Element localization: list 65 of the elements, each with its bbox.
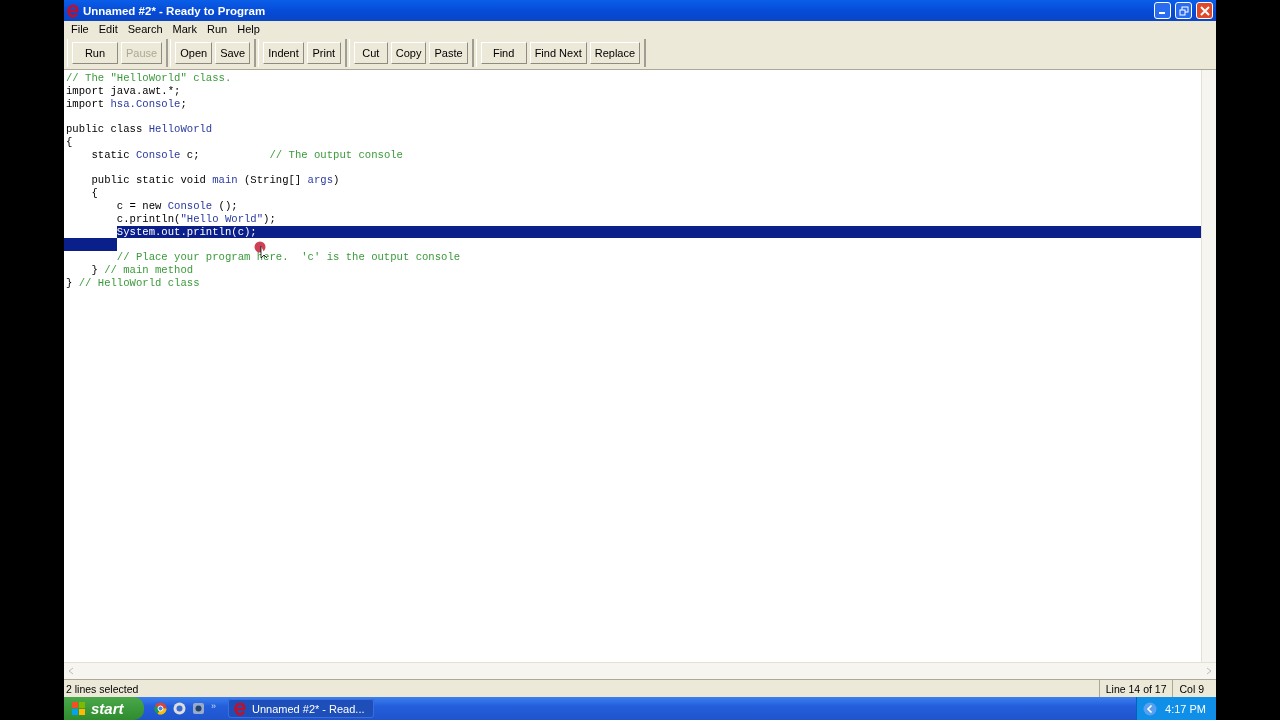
menu-item[interactable]: File: [66, 23, 94, 35]
code-text: {: [66, 136, 73, 149]
status-message: 2 lines selected: [65, 682, 140, 695]
taskbar-button[interactable]: Unnamed #2* - Read...: [228, 699, 374, 718]
code-text: import: [66, 97, 106, 111]
code-comment: // Place your program here. 'c' is the output console: [115, 251, 461, 264]
more-button[interactable]: »: [211, 700, 216, 711]
code-text: static: [90, 148, 131, 162]
code-text: hsa.Console: [110, 97, 181, 111]
code-text: public static void: [90, 174, 207, 188]
code-text: main: [212, 174, 238, 188]
code-comment: // The output console: [269, 148, 403, 162]
close-button[interactable]: [1196, 2, 1213, 19]
code-text: }: [90, 263, 99, 277]
toolbar-button[interactable]: Find: [480, 42, 527, 64]
toolbar-button[interactable]: Indent: [263, 42, 304, 64]
code-text: System.out.println(c);: [116, 225, 257, 239]
code-text: c.println(: [115, 212, 181, 226]
toolbar-button[interactable]: Paste: [429, 42, 468, 64]
code-text: }: [66, 276, 74, 290]
menu-item[interactable]: Help: [232, 23, 265, 35]
start-button[interactable]: start: [64, 697, 144, 720]
code-text: Console: [167, 199, 213, 213]
menu-item[interactable]: Mark: [167, 23, 202, 35]
code-text: HelloWorld: [148, 123, 213, 136]
code-text: ;: [180, 97, 187, 111]
toolbar-button[interactable]: Copy: [390, 42, 427, 64]
chevron-icon[interactable]: [1143, 701, 1158, 716]
window-title: Unnamed #2* - Ready to Program: [83, 4, 267, 17]
toolbar-button[interactable]: Open: [175, 42, 213, 64]
restore-button[interactable]: [1175, 2, 1192, 19]
menu-item[interactable]: Search: [122, 23, 168, 35]
app-logo-icon: [67, 3, 79, 18]
restore-icon: [1178, 5, 1189, 16]
toolbar-button[interactable]: Cut: [353, 42, 388, 64]
code-text: ): [333, 174, 340, 188]
code-text: );: [263, 212, 276, 226]
clock: 4:17 PM: [1165, 702, 1206, 715]
code-text: {: [90, 187, 98, 200]
app-icon[interactable]: [192, 702, 205, 715]
toolbar-button[interactable]: Find Next: [529, 42, 587, 64]
code-text: ();: [217, 199, 238, 213]
code-text: c = new: [115, 199, 163, 213]
toolbar-button[interactable]: Save: [215, 42, 251, 64]
browser-icon[interactable]: [154, 702, 167, 715]
vertical-scrollbar[interactable]: [1201, 70, 1216, 662]
code-text: args: [307, 174, 334, 188]
code-comment: // main method: [104, 263, 194, 277]
code-text: c;: [185, 148, 201, 162]
close-icon: [1199, 5, 1210, 16]
code-text: (String[]: [243, 174, 303, 188]
code-comment: // HelloWorld class: [78, 276, 200, 290]
code-comment: // The "HelloWorld" class.: [66, 72, 232, 85]
minimize-button[interactable]: [1154, 2, 1171, 19]
app-logo-icon: [234, 701, 246, 716]
windows-logo-icon: [72, 701, 86, 716]
code-text: Console: [135, 148, 181, 162]
toolbar-button[interactable]: Print: [306, 42, 341, 64]
toolbar-button[interactable]: Replace: [589, 42, 641, 64]
toolbar-button[interactable]: Run: [72, 42, 118, 64]
menu-item[interactable]: Edit: [93, 23, 123, 35]
code-text: import java.awt.*;: [66, 84, 181, 98]
code-text: public class: [66, 123, 144, 136]
menu-item[interactable]: Run: [202, 23, 233, 35]
code-text: "Hello World": [180, 212, 264, 226]
